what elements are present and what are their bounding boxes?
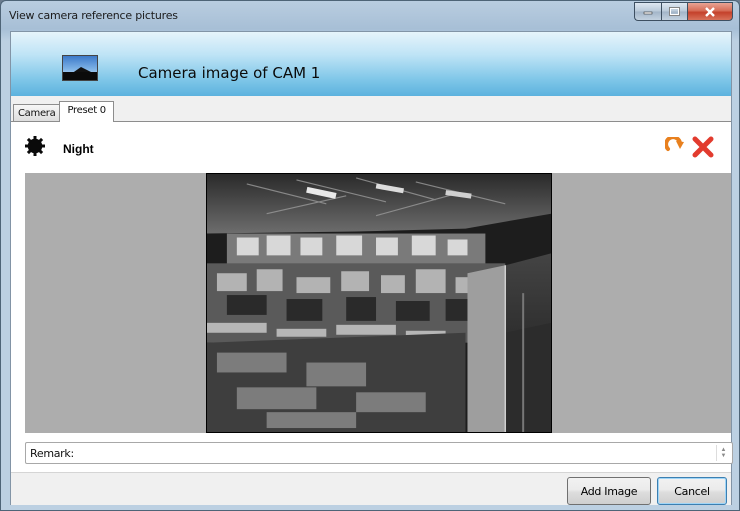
delete-icon[interactable] (692, 136, 714, 158)
maximize-button[interactable] (661, 2, 687, 21)
dialog-client-area: Camera image of CAM 1 Camera Preset 0 Ni… (10, 31, 733, 505)
header-title: Camera image of CAM 1 (138, 64, 321, 82)
tab-panel: Night Remark: ▲ ▼ Add Image Cancel (11, 121, 733, 505)
add-image-button[interactable]: Add Image (567, 477, 651, 505)
tab-camera[interactable]: Camera (13, 104, 61, 122)
close-button[interactable] (687, 2, 733, 21)
title-bar[interactable]: View camera reference pictures (1, 1, 739, 31)
scroll-down-icon[interactable]: ▼ (721, 453, 727, 459)
preset-header-row: Night (11, 122, 731, 172)
preset-mode-label: Night (63, 142, 94, 156)
minimize-icon (643, 11, 653, 14)
remark-label: Remark: (30, 447, 74, 460)
close-icon (705, 6, 715, 17)
night-gear-icon (25, 136, 45, 156)
reference-image-area (25, 173, 731, 433)
landscape-picture-icon (62, 55, 98, 81)
caption-buttons (634, 2, 733, 21)
remark-scrollbar[interactable]: ▲ ▼ (716, 445, 730, 461)
camera-reference-image[interactable] (206, 173, 552, 433)
dialog-window: View camera reference pictures Camera im… (0, 0, 740, 511)
dialog-footer: Add Image Cancel (11, 472, 731, 505)
tab-strip: Camera Preset 0 (13, 100, 114, 122)
header-banner: Camera image of CAM 1 (11, 32, 731, 96)
tab-preset-0[interactable]: Preset 0 (59, 101, 114, 122)
maximize-icon (669, 7, 680, 16)
remark-field[interactable]: Remark: ▲ ▼ (25, 442, 733, 464)
refresh-icon[interactable] (665, 137, 685, 155)
minimize-button[interactable] (634, 2, 661, 21)
window-title: View camera reference pictures (9, 9, 178, 22)
cancel-button[interactable]: Cancel (657, 477, 727, 505)
